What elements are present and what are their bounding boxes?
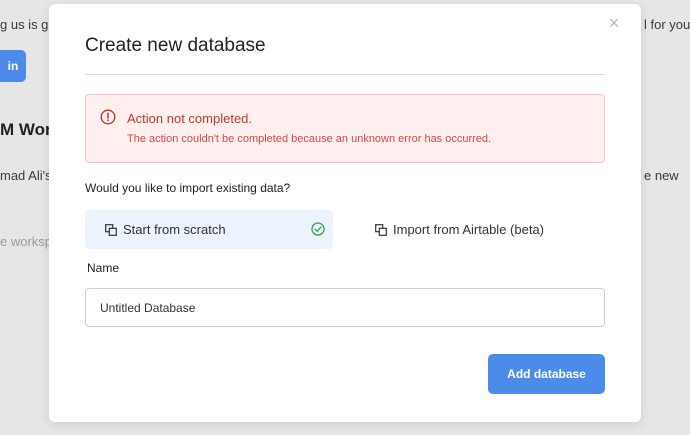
copy-icon	[375, 223, 387, 236]
alert-description: The action couldn't be completed because…	[127, 133, 492, 145]
copy-icon	[105, 223, 117, 236]
close-icon[interactable]: ×	[607, 14, 621, 32]
error-circle-icon	[100, 109, 116, 125]
error-alert: Action not completed. The action couldn'…	[85, 94, 605, 163]
check-circle-icon	[311, 222, 325, 236]
create-database-modal: × Create new database Action not complet…	[49, 4, 641, 422]
background-text: e new	[644, 168, 679, 183]
option-start-from-scratch[interactable]: Start from scratch	[85, 210, 333, 249]
import-question: Would you like to import existing data?	[85, 181, 291, 195]
add-database-button[interactable]: Add database	[488, 354, 605, 394]
alert-title: Action not completed.	[127, 111, 253, 126]
option-label: Import from Airtable (beta)	[393, 222, 544, 237]
divider	[85, 74, 605, 75]
database-name-input[interactable]	[85, 288, 605, 327]
background-text: g us is gr	[0, 17, 53, 32]
background-button: in	[0, 50, 26, 82]
option-label: Start from scratch	[123, 222, 226, 237]
background-heading: M Wor	[0, 120, 52, 139]
modal-title: Create new database	[85, 35, 266, 56]
background-text: l for you.	[644, 17, 690, 32]
option-import-from-airtable[interactable]: Import from Airtable (beta)	[363, 210, 583, 249]
background-muted-text: e worksp	[0, 234, 53, 249]
name-label: Name	[87, 261, 120, 275]
